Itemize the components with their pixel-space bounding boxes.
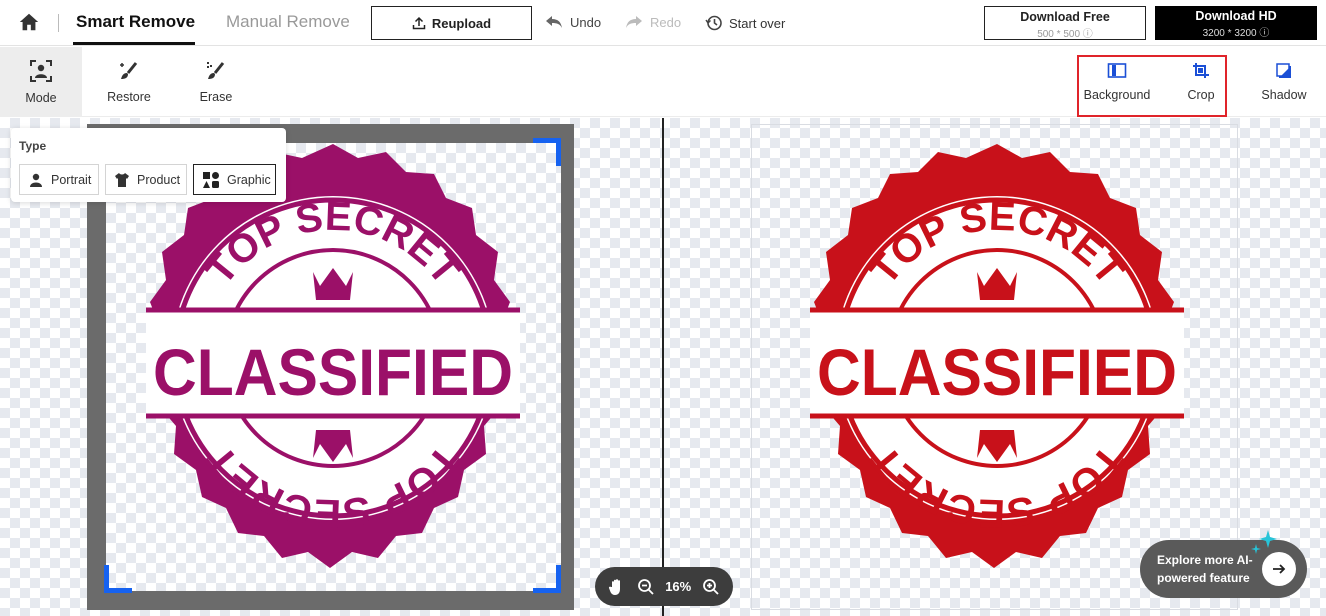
top-bar: Smart Remove Manual Remove Reupload Undo… <box>0 0 1326 46</box>
download-hd-title: Download HD <box>1195 9 1277 23</box>
erase-label: Erase <box>199 90 233 104</box>
undo-icon <box>546 16 562 28</box>
restore-label: Restore <box>107 90 151 104</box>
download-hd-button[interactable]: Download HD 3200 * 3200 ⓘ <box>1155 6 1317 40</box>
redo-button[interactable]: Redo <box>624 14 681 30</box>
type-graphic-label: Graphic <box>227 172 271 187</box>
zoom-in-icon[interactable] <box>702 578 720 596</box>
arrow-right-icon[interactable] <box>1262 552 1296 586</box>
history-icon <box>705 15 722 31</box>
background-crop-highlight <box>1077 55 1227 117</box>
shirt-icon <box>115 172 129 187</box>
shadow-label: Shadow <box>1261 88 1307 102</box>
restore-button[interactable]: Restore <box>100 47 158 117</box>
mode-label: Mode <box>25 91 57 105</box>
shadow-icon <box>1276 63 1291 78</box>
active-tab-underline <box>73 42 195 45</box>
upload-icon <box>412 16 426 30</box>
redo-label: Redo <box>650 14 682 30</box>
shadow-button[interactable]: Shadow <box>1258 47 1310 117</box>
zoom-control: 16% <box>595 567 733 606</box>
tab-manual-remove[interactable]: Manual Remove <box>226 12 350 32</box>
stamp-center-text: CLASSIFIED <box>153 335 513 409</box>
shapes-icon <box>203 171 219 188</box>
download-free-title: Download Free <box>1020 10 1110 24</box>
erase-brush-icon <box>207 62 225 79</box>
erase-button[interactable]: Erase <box>192 47 240 117</box>
undo-label: Undo <box>570 14 602 30</box>
sparkle-icon <box>1251 530 1277 554</box>
reupload-label: Reupload <box>431 15 492 31</box>
start-over-label: Start over <box>729 15 786 31</box>
start-over-button[interactable]: Start over <box>705 14 785 32</box>
result-stamp-image: CLASSIFIED TOP SECRET TOP SECRET <box>810 144 1184 568</box>
type-portrait-button[interactable]: Portrait <box>19 164 99 195</box>
info-icon: ⓘ <box>1259 28 1270 39</box>
restore-brush-icon <box>120 62 138 79</box>
type-product-button[interactable]: Product <box>105 164 187 195</box>
info-icon: ⓘ <box>1082 29 1093 40</box>
person-icon <box>30 173 42 187</box>
download-free-size: 500 * 500 ⓘ <box>1037 29 1093 40</box>
explore-ai-features[interactable]: Explore more AI-powered feature <box>1140 540 1307 598</box>
original-stamp-image: CLASSIFIED TOP SECRET TOP SECRET <box>146 144 520 568</box>
type-product-label: Product <box>137 172 181 187</box>
redo-icon <box>626 16 642 28</box>
type-label: Type <box>19 139 47 153</box>
zoom-out-icon[interactable] <box>637 578 655 596</box>
mode-button[interactable]: Mode <box>0 47 82 117</box>
result-stamp-center-text: CLASSIFIED <box>817 335 1177 409</box>
separator <box>58 14 59 32</box>
home-icon[interactable] <box>18 11 40 33</box>
type-portrait-label: Portrait <box>51 172 92 187</box>
hand-pan-icon[interactable] <box>608 578 626 596</box>
person-select-icon <box>30 60 52 82</box>
download-hd-size: 3200 * 3200 ⓘ <box>1202 28 1270 39</box>
type-graphic-button[interactable]: Graphic <box>193 164 276 195</box>
zoom-level: 16% <box>665 579 692 594</box>
explore-text: Explore more AI-powered feature <box>1157 553 1253 585</box>
tab-smart-remove[interactable]: Smart Remove <box>76 12 195 32</box>
undo-button[interactable]: Undo <box>544 14 601 30</box>
compare-divider[interactable] <box>662 118 664 616</box>
download-free-button[interactable]: Download Free 500 * 500 ⓘ <box>984 6 1146 40</box>
type-panel: Type Portrait Product Graphic <box>11 128 286 202</box>
reupload-button[interactable]: Reupload <box>371 6 532 40</box>
